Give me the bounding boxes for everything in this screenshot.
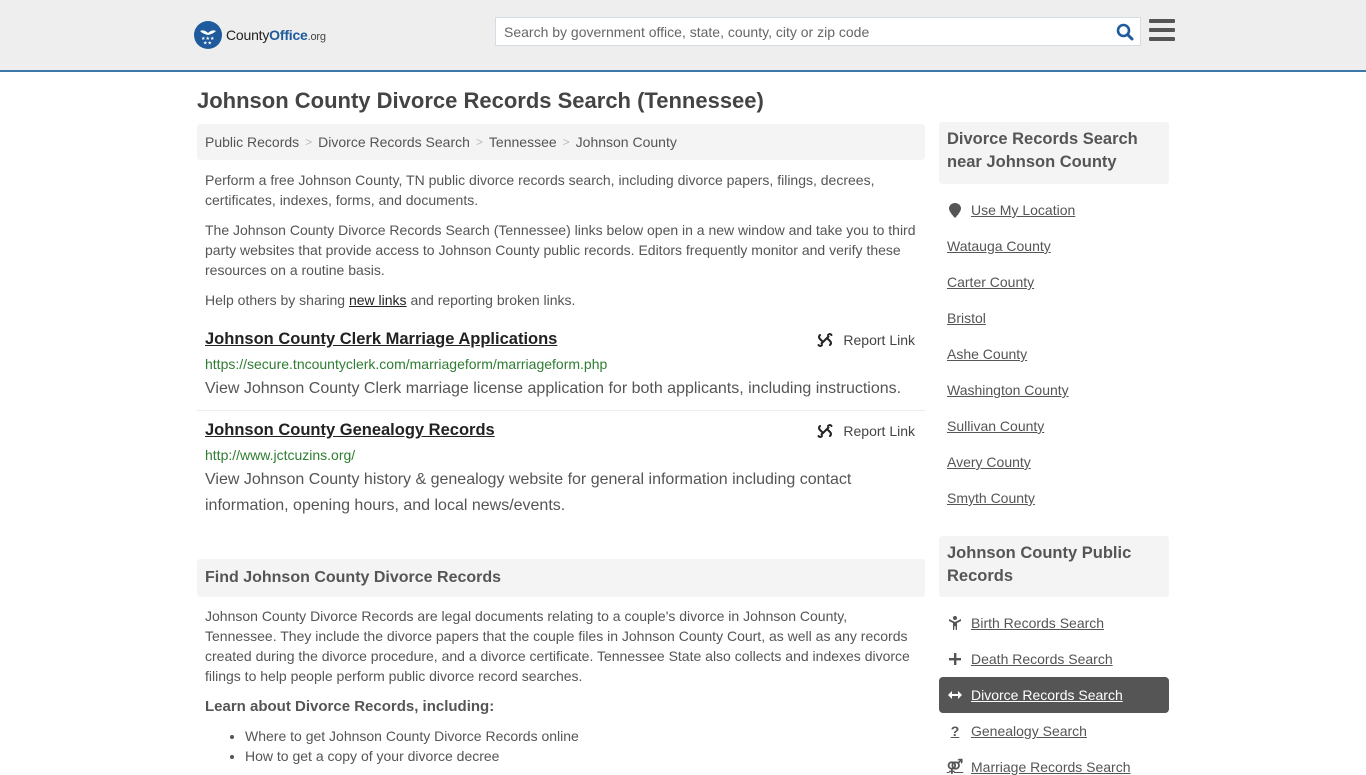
report-link-button[interactable]: Report Link <box>817 423 915 439</box>
sidebar-item-label: Birth Records Search <box>971 615 1105 631</box>
use-my-location-label: Use My Location <box>971 202 1076 218</box>
report-link-label: Report Link <box>843 332 915 348</box>
hamburger-menu-button[interactable] <box>1149 19 1175 43</box>
nearby-heading: Divorce Records Search near Johnson Coun… <box>939 122 1169 184</box>
search-button[interactable] <box>1110 18 1140 45</box>
intro-paragraph-1: Perform a free Johnson County, TN public… <box>205 172 875 208</box>
breadcrumb-separator: > <box>562 135 570 149</box>
logo-text: CountyOffice.org <box>226 27 326 43</box>
sidebar-item-label: Genealogy Search <box>971 723 1087 739</box>
nearby-link-ashe-county[interactable]: Ashe County <box>947 346 1027 362</box>
sidebar-item-marriage-records[interactable]: ⚤ Marriage Records Search <box>947 758 1131 775</box>
public-records-heading: Johnson County Public Records <box>939 536 1169 597</box>
breadcrumb-tennessee[interactable]: Tennessee <box>489 134 557 150</box>
sidebar-item-label: Marriage Records Search <box>971 758 1131 775</box>
sidebar-item-birth-records[interactable]: Birth Records Search <box>947 615 1104 631</box>
help-text-end: and reporting broken links. <box>406 292 576 308</box>
result-description: View Johnson County Clerk marriage licen… <box>205 380 902 397</box>
report-link-button[interactable]: Report Link <box>817 332 915 348</box>
report-link-label: Report Link <box>843 423 915 439</box>
intro-paragraph-2: The Johnson County Divorce Records Searc… <box>205 222 916 278</box>
question-icon: ? <box>950 723 960 739</box>
find-records-body: Johnson County Divorce Records are legal… <box>205 608 910 684</box>
menu-bar <box>1149 28 1175 32</box>
breadcrumb-separator: > <box>305 135 313 149</box>
help-text: Help others by sharing <box>205 292 349 308</box>
svg-text:★★: ★★ <box>203 41 212 46</box>
sidebar-item-label: Divorce Records Search <box>971 687 1123 703</box>
intro-paragraph-3: Help others by sharing new links and rep… <box>205 290 921 310</box>
breadcrumb-public-records[interactable]: Public Records <box>205 134 299 150</box>
nearby-link-bristol[interactable]: Bristol <box>947 310 986 326</box>
breadcrumb-current: Johnson County <box>575 134 677 150</box>
broken-link-icon <box>817 424 833 438</box>
result-title-link[interactable]: Johnson County Clerk Marriage Applicatio… <box>205 330 557 349</box>
nearby-link-washington-county[interactable]: Washington County <box>947 382 1069 398</box>
search-icon <box>1116 23 1134 40</box>
site-logo[interactable]: ★★★ ★★ CountyOffice.org <box>194 21 326 49</box>
sidebar-item-genealogy[interactable]: ? Genealogy Search <box>947 723 1087 739</box>
sidebar-item-divorce-records[interactable]: Divorce Records Search <box>947 687 1123 703</box>
marriage-symbol-icon: ⚤ <box>946 758 964 774</box>
nearby-link-sullivan-county[interactable]: Sullivan County <box>947 418 1044 434</box>
find-records-heading: Find Johnson County Divorce Records <box>197 559 925 597</box>
learn-list: Where to get Johnson County Divorce Reco… <box>245 726 579 766</box>
menu-bar <box>1149 37 1175 41</box>
sidebar-item-death-records[interactable]: Death Records Search <box>947 651 1113 667</box>
learn-heading: Learn about Divorce Records, including: <box>205 698 495 715</box>
result-url: http://www.jctcuzins.org/ <box>205 447 356 463</box>
nearby-link-avery-county[interactable]: Avery County <box>947 454 1031 470</box>
page-title: Johnson County Divorce Records Search (T… <box>197 88 764 113</box>
learn-list-item: Where to get Johnson County Divorce Reco… <box>245 726 579 746</box>
arrows-horizontal-icon <box>947 690 963 700</box>
broken-link-icon <box>817 333 833 347</box>
plus-icon <box>947 653 963 665</box>
eagle-stars-logo-icon: ★★★ ★★ <box>194 21 222 49</box>
sidebar-item-label: Death Records Search <box>971 651 1113 667</box>
result-description: View Johnson County history & genealogy … <box>205 471 852 514</box>
nearby-link-carter-county[interactable]: Carter County <box>947 274 1034 290</box>
use-my-location-link[interactable]: Use My Location <box>947 202 1075 218</box>
site-header: ★★★ ★★ CountyOffice.org <box>0 0 1366 72</box>
search-input[interactable] <box>496 18 1110 45</box>
result-url: https://secure.tncountyclerk.com/marriag… <box>205 356 608 372</box>
breadcrumb-separator: > <box>475 135 483 149</box>
new-links-link[interactable]: new links <box>349 292 407 308</box>
learn-list-item: How to get a copy of your divorce decree <box>245 746 579 766</box>
breadcrumb-divorce-records-search[interactable]: Divorce Records Search <box>318 134 470 150</box>
result-divider <box>197 410 925 411</box>
nearby-link-watauga-county[interactable]: Watauga County <box>947 238 1051 254</box>
map-marker-icon <box>947 202 963 218</box>
breadcrumb: Public Records > Divorce Records Search … <box>197 124 925 160</box>
child-icon <box>947 616 963 630</box>
result-title-link[interactable]: Johnson County Genealogy Records <box>205 421 495 440</box>
search-bar <box>495 17 1141 46</box>
menu-bar <box>1149 19 1175 23</box>
nearby-link-smyth-county[interactable]: Smyth County <box>947 490 1035 506</box>
